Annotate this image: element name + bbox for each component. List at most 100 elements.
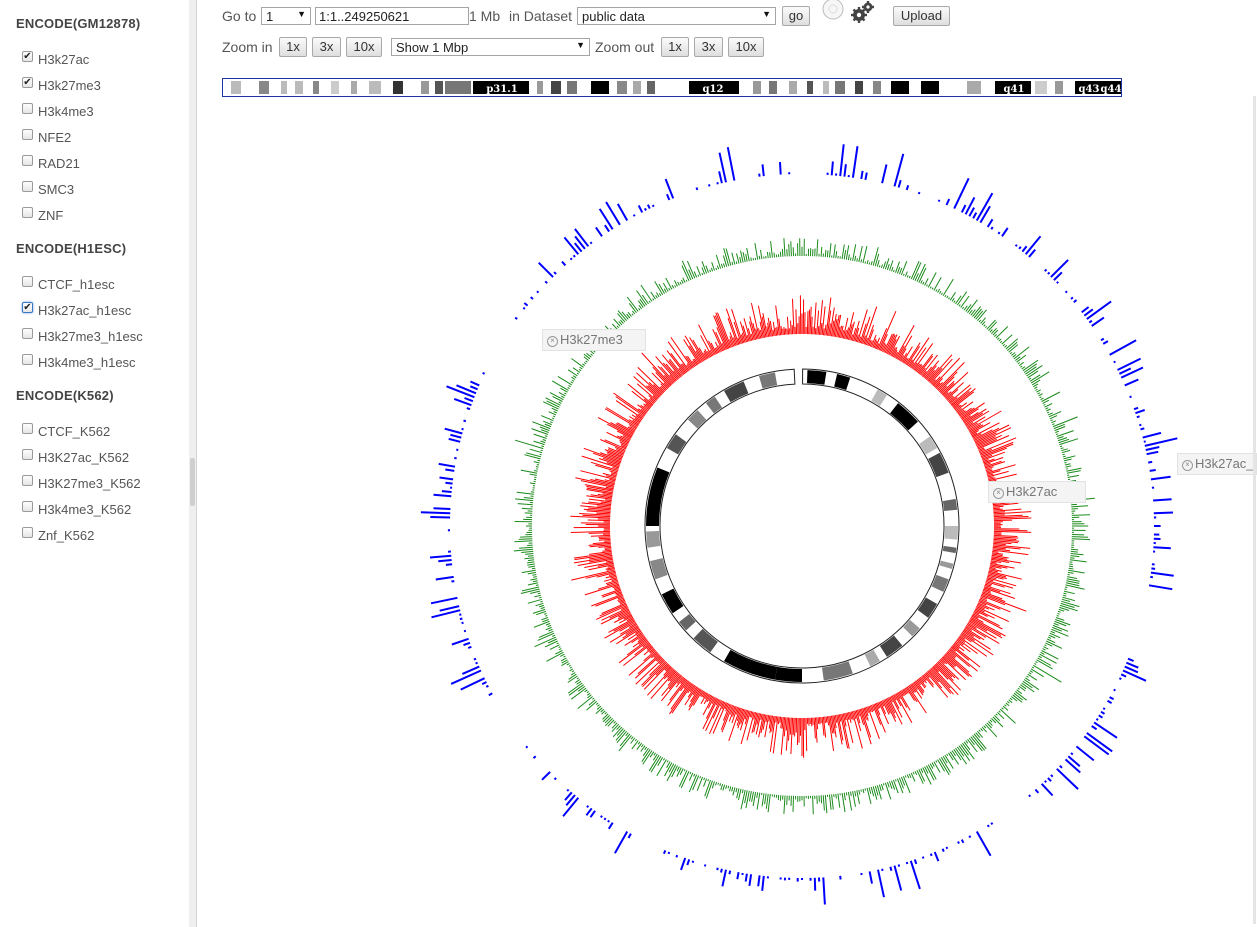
ideogram-band: [281, 81, 287, 94]
track-item[interactable]: SMC3: [22, 179, 74, 199]
ideogram-band: [647, 81, 655, 94]
chevron-down-icon: ▼: [297, 9, 306, 19]
ideogram-band: [369, 81, 381, 94]
track-item[interactable]: H3k4me3_h1esc: [22, 352, 136, 372]
region-input[interactable]: 1:1..249250621: [315, 7, 469, 25]
close-icon[interactable]: ×: [993, 488, 1004, 499]
dataset-select[interactable]: public data ▼: [577, 7, 776, 25]
chromosome-ring-band: [774, 666, 802, 682]
loading-spinner-icon: [822, 0, 844, 20]
checkbox[interactable]: [22, 448, 33, 460]
zoom-in-3x-button[interactable]: 3x: [312, 37, 341, 57]
ideogram-band: [891, 81, 909, 94]
checkbox-checked[interactable]: ✔: [22, 301, 33, 313]
span-select[interactable]: Show 1 Mbp ▼: [391, 38, 590, 56]
track-item[interactable]: H3k4me3: [22, 101, 94, 121]
go-button[interactable]: go: [782, 6, 810, 26]
close-icon[interactable]: ×: [1182, 460, 1193, 471]
track-item[interactable]: H3K27ac_K562: [22, 447, 129, 467]
zoom-in-label: Zoom in: [222, 39, 273, 55]
dataset-label: in Dataset: [509, 8, 573, 24]
track-item[interactable]: H3k27me3_h1esc: [22, 326, 143, 346]
track-item[interactable]: RAD21: [22, 153, 80, 173]
checkbox[interactable]: [22, 206, 33, 218]
chromosome-ring[interactable]: [644, 368, 960, 684]
splitter-grip[interactable]: [190, 458, 195, 506]
ideogram-band: [331, 81, 339, 94]
ideogram-band: [551, 81, 561, 94]
ideogram-band: [921, 81, 939, 94]
ideogram-band: [789, 81, 797, 94]
ideogram-band: [633, 81, 641, 94]
upload-button[interactable]: Upload: [893, 6, 950, 26]
close-icon[interactable]: ×: [547, 336, 558, 347]
track-item[interactable]: ✔ H3k27ac: [22, 49, 89, 69]
checkbox[interactable]: [22, 128, 33, 140]
chromosome-ideogram-bar[interactable]: p31.1 q12 q41 q43 q44: [222, 78, 1122, 97]
checkbox[interactable]: [22, 154, 33, 166]
track-item[interactable]: ✔ H3k27ac_h1esc: [22, 300, 131, 320]
chromosome-select[interactable]: 1 ▼: [261, 7, 311, 25]
track-item[interactable]: ZNF: [22, 205, 63, 225]
chromosome-ring-band: [806, 370, 827, 385]
inner-track-bars: [570, 295, 1032, 758]
checkbox[interactable]: [22, 500, 33, 512]
checkbox[interactable]: [22, 353, 33, 365]
checkbox[interactable]: [22, 275, 33, 287]
zoom-in-10x-button[interactable]: 10x: [346, 37, 382, 57]
track-item-label: NFE2: [38, 129, 72, 145]
ideogram-band: [769, 81, 777, 94]
chromosome-ring-band: [646, 467, 670, 526]
inner-track: [570, 295, 1032, 758]
checkbox[interactable]: [22, 102, 33, 114]
track-item-label: RAD21: [38, 155, 80, 171]
ideogram-band: [967, 81, 981, 94]
checkbox[interactable]: [22, 526, 33, 538]
track-item[interactable]: H3k4me3_K562: [22, 499, 131, 519]
ideogram-band: [393, 81, 403, 94]
zoom-out-3x-button[interactable]: 3x: [694, 37, 723, 57]
track-label-middle[interactable]: × H3k27me3: [542, 329, 646, 351]
ideogram-band: [435, 81, 443, 94]
ideogram-band: [313, 81, 319, 94]
ideogram-band: [855, 81, 863, 94]
checkbox[interactable]: [22, 474, 33, 486]
circos-plot[interactable]: [196, 100, 1257, 927]
track-label-inner[interactable]: × H3k27ac: [988, 481, 1086, 503]
track-item[interactable]: CTCF_h1esc: [22, 274, 115, 294]
checkbox[interactable]: [22, 180, 33, 192]
chromosome-ring-band: [802, 667, 824, 682]
checkbox-checked[interactable]: ✔: [22, 50, 33, 62]
span-value: Show 1 Mbp: [396, 40, 469, 55]
ideogram-band: [445, 81, 471, 94]
checkbox[interactable]: [22, 422, 33, 434]
ideogram-band-label: q12: [703, 84, 724, 95]
track-item-label: SMC3: [38, 181, 75, 197]
gear-icon[interactable]: [850, 0, 876, 24]
page-scrollbar[interactable]: [1245, 0, 1257, 927]
zoom-in-1x-button[interactable]: 1x: [279, 37, 307, 57]
track-item[interactable]: Znf_K562: [22, 525, 94, 545]
ideogram-band: [1055, 81, 1063, 94]
scrollbar-thumb[interactable]: [1253, 96, 1256, 924]
checkbox[interactable]: [22, 327, 33, 339]
ideogram-band: [1035, 81, 1047, 94]
ideogram-band: [231, 81, 241, 94]
track-label-text: H3k27ac: [1006, 484, 1058, 499]
track-item[interactable]: CTCF_K562: [22, 421, 110, 441]
track-item-label: H3k27me3: [38, 77, 101, 93]
checkbox-checked[interactable]: ✔: [22, 76, 33, 88]
group-title: ENCODE(H1ESC): [16, 241, 127, 256]
zoom-out-10x-button[interactable]: 10x: [728, 37, 764, 57]
ideogram-band-label: p31.1: [486, 84, 517, 95]
ideogram-band: [295, 81, 303, 94]
ideogram-band: [421, 81, 429, 94]
track-item[interactable]: ✔ H3k27me3: [22, 75, 101, 95]
track-item[interactable]: H3K27me3_K562: [22, 473, 141, 493]
ideogram-band: [823, 81, 829, 94]
zoom-out-1x-button[interactable]: 1x: [661, 37, 689, 57]
track-item[interactable]: NFE2: [22, 127, 71, 147]
region-value: 1:1..249250621: [319, 9, 410, 24]
track-item-label: H3k27ac_h1esc: [38, 302, 132, 318]
ideogram-band-label: q44: [1101, 84, 1122, 95]
